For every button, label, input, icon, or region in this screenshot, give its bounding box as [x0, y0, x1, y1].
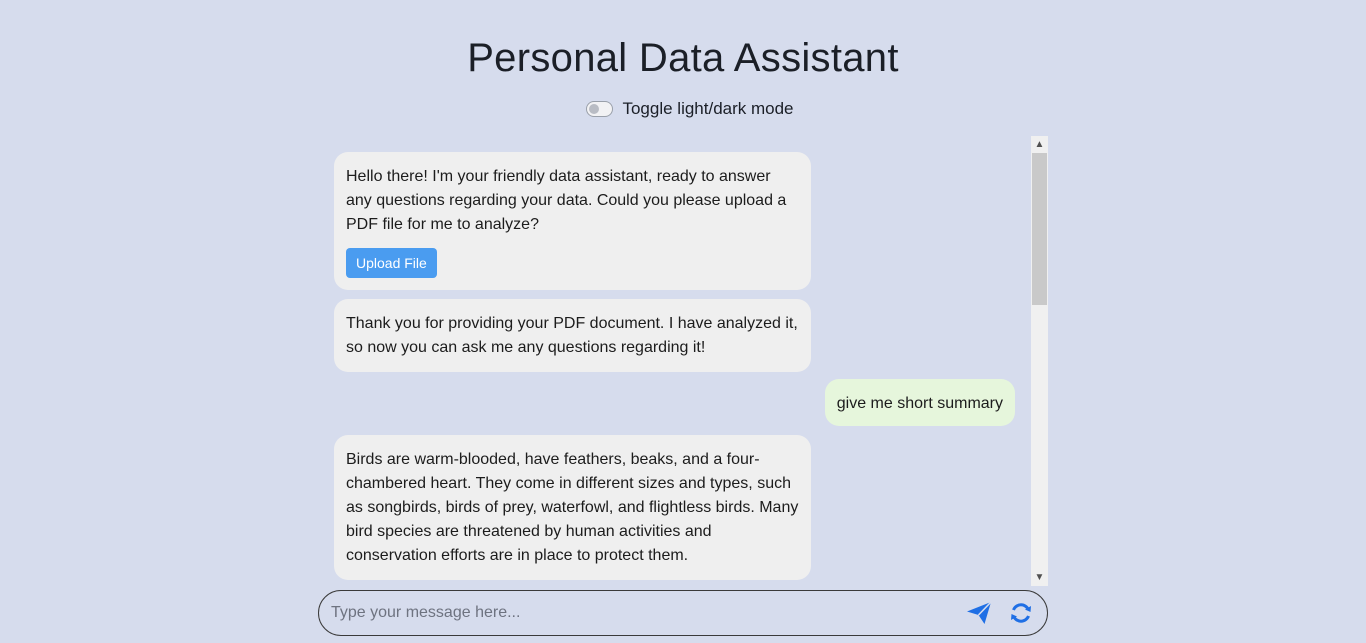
- message-text: Hello there! I'm your friendly data assi…: [346, 168, 787, 233]
- theme-toggle-label: Toggle light/dark mode: [622, 99, 794, 118]
- message-composer: [318, 590, 1048, 636]
- send-button[interactable]: [961, 595, 997, 631]
- theme-toggle-row: Toggle light/dark mode: [0, 99, 1366, 119]
- toggle-knob: [589, 104, 600, 114]
- refresh-icon: [1011, 603, 1031, 623]
- assistant-message: Hello there! I'm your friendly data assi…: [334, 152, 811, 290]
- message-text: Thank you for providing your PDF documen…: [346, 315, 798, 356]
- message-text: Birds are warm-blooded, have feathers, b…: [346, 451, 799, 564]
- chat-scrollbar[interactable]: ▲ ▼: [1031, 136, 1048, 586]
- scroll-up-arrow-icon[interactable]: ▲: [1031, 136, 1048, 153]
- refresh-button[interactable]: [1003, 595, 1039, 631]
- scroll-down-arrow-icon[interactable]: ▼: [1031, 569, 1048, 586]
- theme-toggle-switch[interactable]: [586, 101, 614, 117]
- page-title: Personal Data Assistant: [467, 36, 899, 80]
- send-icon: [967, 601, 992, 624]
- assistant-message: Thank you for providing your PDF documen…: [334, 299, 811, 372]
- upload-file-button[interactable]: Upload File: [346, 248, 437, 278]
- assistant-message: Birds are warm-blooded, have feathers, b…: [334, 435, 811, 580]
- scrollbar-thumb[interactable]: [1032, 153, 1047, 305]
- message-text: give me short summary: [836, 395, 1003, 412]
- message-input[interactable]: [319, 593, 961, 633]
- chat-window: Hello there! I'm your friendly data assi…: [318, 136, 1048, 586]
- user-message: give me short summary: [824, 379, 1015, 426]
